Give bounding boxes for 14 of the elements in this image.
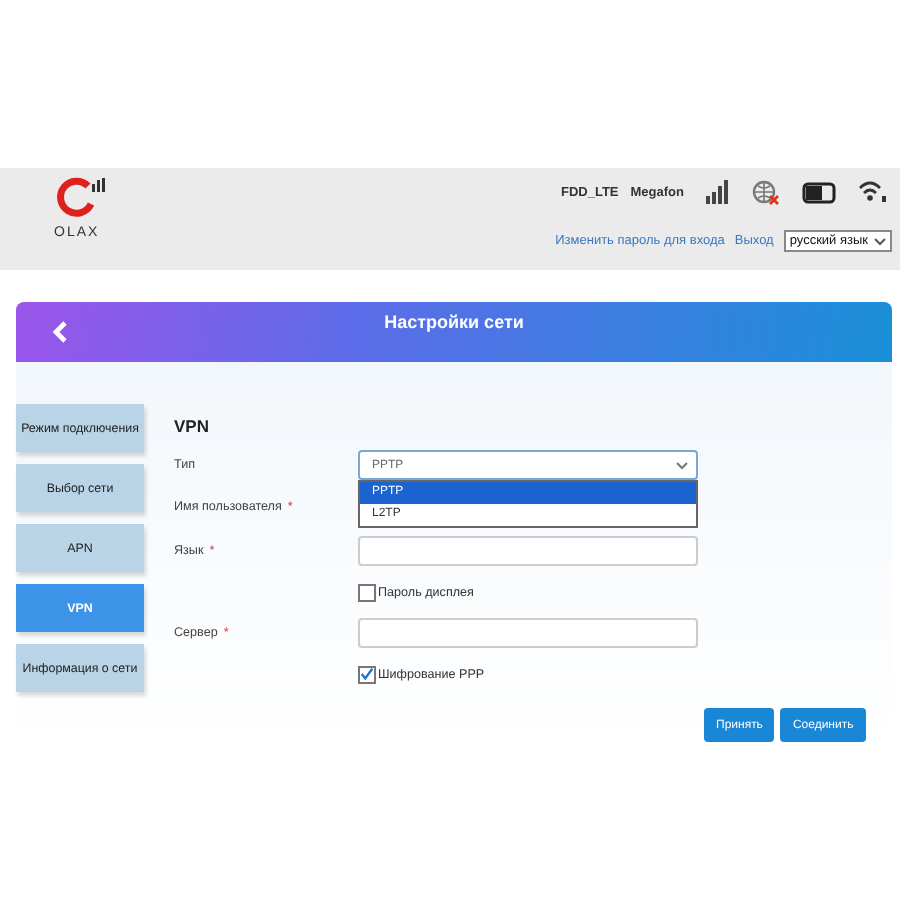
back-icon[interactable] <box>52 320 68 344</box>
caret-icon <box>676 461 688 469</box>
caret-icon <box>874 237 886 245</box>
wifi-icon <box>858 180 888 204</box>
checkbox[interactable] <box>358 583 376 601</box>
card-title: Настройки сети <box>382 312 526 332</box>
signal-icon <box>706 180 730 204</box>
input-field[interactable] <box>358 618 698 648</box>
input-field[interactable] <box>358 536 698 566</box>
section-title: VPN <box>174 416 211 440</box>
globe-disconnected-icon <box>752 179 780 205</box>
battery-icon <box>802 181 836 203</box>
checkbox[interactable] <box>358 665 376 683</box>
logo-icon <box>54 176 106 220</box>
